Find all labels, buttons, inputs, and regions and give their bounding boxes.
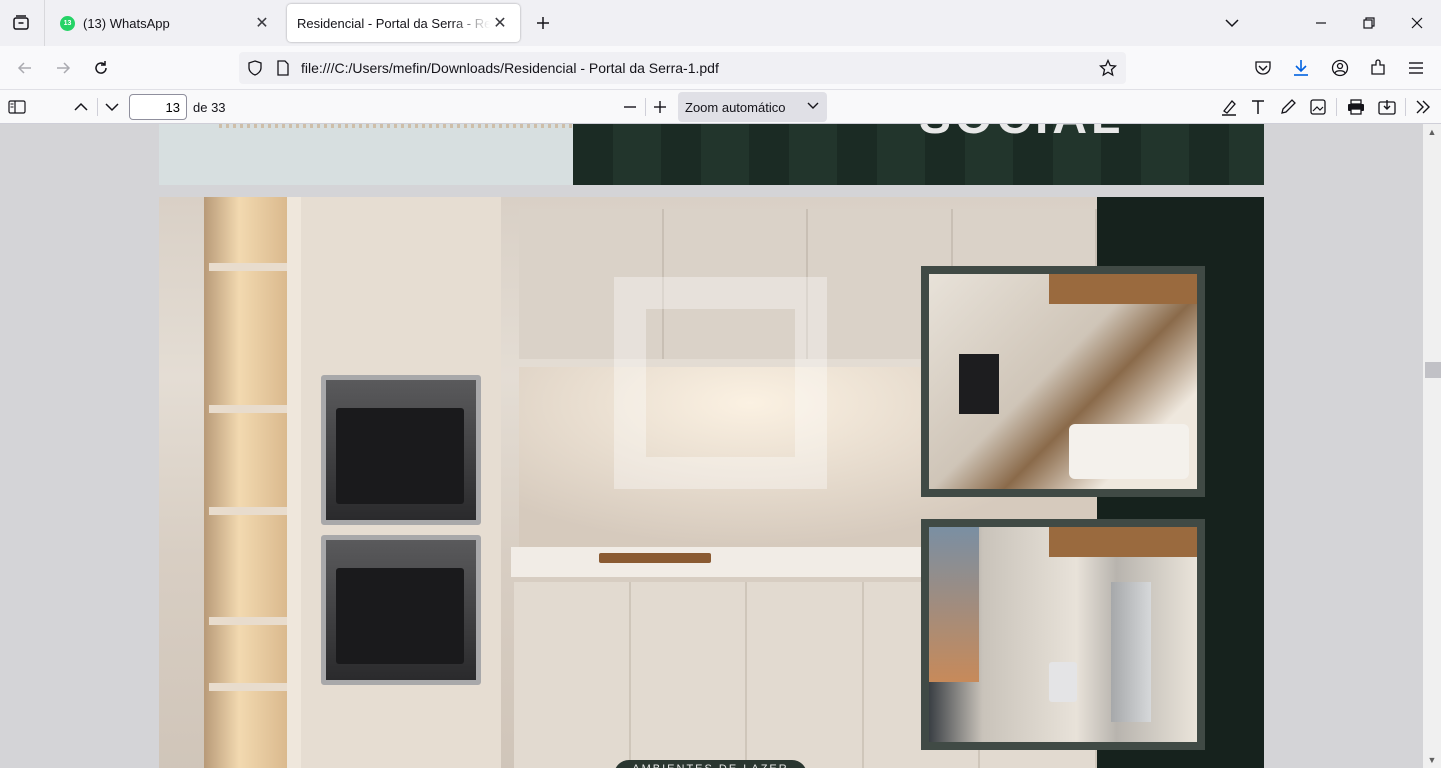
forward-arrow-icon[interactable] <box>51 56 75 80</box>
window <box>929 527 979 682</box>
scroll-down-arrow-icon[interactable]: ▼ <box>1426 754 1438 766</box>
close-window-icon[interactable] <box>1393 0 1441 46</box>
logo-watermark <box>614 277 827 489</box>
url-bar[interactable]: file:///C:/Users/mefin/Downloads/Residen… <box>239 52 1126 84</box>
sink <box>599 553 711 563</box>
url-text: file:///C:/Users/mefin/Downloads/Residen… <box>301 60 719 76</box>
tools-double-chevron-icon[interactable] <box>1410 94 1436 120</box>
toolbar-divider <box>1405 98 1406 116</box>
page-caption-pill: AMBIENTES DE LAZER <box>614 760 807 768</box>
whatsapp-icon: 13 <box>60 15 75 31</box>
shelf <box>209 263 289 271</box>
zoom-in-plus-icon[interactable] <box>647 94 673 120</box>
wood-ceiling <box>1049 274 1197 304</box>
save-download-icon[interactable] <box>1374 94 1400 120</box>
extensions-icon[interactable] <box>1366 56 1390 80</box>
tab-strip: 13 (13) WhatsApp ✕ Residencial - Portal … <box>0 0 1441 46</box>
oven-upper <box>321 375 481 525</box>
chevron-down-icon <box>807 100 819 110</box>
zoom-out-minus-icon[interactable] <box>617 94 643 120</box>
text-annotation-icon[interactable] <box>1245 94 1271 120</box>
shelf <box>209 405 289 413</box>
close-tab-icon[interactable]: ✕ <box>490 13 510 33</box>
add-image-icon[interactable] <box>1305 94 1331 120</box>
draw-pencil-icon[interactable] <box>1275 94 1301 120</box>
toolbar-divider <box>645 98 646 116</box>
scroll-up-arrow-icon[interactable]: ▲ <box>1426 126 1438 138</box>
toolbar-divider <box>97 98 98 116</box>
pdf-page-13: AMBIENTES DE LAZER <box>159 197 1264 768</box>
window-controls <box>1297 0 1441 46</box>
minimize-icon[interactable] <box>1297 0 1345 46</box>
print-icon[interactable] <box>1343 94 1369 120</box>
pdf-page-12: SOCIAL <box>159 124 1264 185</box>
tab-title: Residencial - Portal da Serra - Residenc… <box>297 15 490 31</box>
pocket-icon[interactable] <box>1251 56 1275 80</box>
sidebar-toggle-icon[interactable] <box>4 94 30 120</box>
sofa <box>1069 424 1189 479</box>
vertical-scrollbar[interactable]: ▲ ▼ <box>1423 124 1441 768</box>
refrigerator <box>1111 582 1151 722</box>
oven-window <box>336 408 464 504</box>
bookmark-star-icon[interactable] <box>1094 54 1122 82</box>
oven-window <box>336 568 464 664</box>
account-icon[interactable] <box>1328 56 1352 80</box>
tab-title: (13) WhatsApp <box>83 15 170 31</box>
shelf <box>209 617 289 625</box>
oven-lower <box>321 535 481 685</box>
previous-page-chevron-icon[interactable] <box>68 94 94 120</box>
zoom-select[interactable]: Zoom automático <box>678 92 827 122</box>
next-page-chevron-icon[interactable] <box>99 94 125 120</box>
back-arrow-icon[interactable] <box>13 56 37 80</box>
tab-pdf[interactable]: Residencial - Portal da Serra - Residenc… <box>287 4 520 42</box>
reload-icon[interactable] <box>89 56 113 80</box>
cabinet-panel <box>287 197 301 768</box>
restore-icon[interactable] <box>1345 0 1393 46</box>
highlight-icon[interactable] <box>1216 94 1242 120</box>
toolbar-divider <box>1336 98 1337 116</box>
shield-icon[interactable] <box>243 56 267 80</box>
new-tab-plus-icon[interactable] <box>532 12 554 34</box>
list-all-tabs-chevron-icon[interactable] <box>1220 12 1244 34</box>
firefox-view-icon[interactable] <box>8 10 34 36</box>
washing-machine <box>1049 662 1077 702</box>
page-count-label: de 33 <box>193 100 226 115</box>
shelf <box>209 507 289 515</box>
page-heading: SOCIAL <box>919 124 1124 145</box>
tv <box>959 354 999 414</box>
pdf-toolbar: de 33 Zoom automático <box>0 90 1441 124</box>
living-room-render-image <box>921 266 1205 497</box>
pdf-viewer[interactable]: SOCIAL <box>0 124 1441 768</box>
download-icon[interactable] <box>1289 56 1313 80</box>
navigation-toolbar: file:///C:/Users/mefin/Downloads/Residen… <box>0 46 1441 90</box>
close-tab-icon[interactable]: ✕ <box>252 13 272 33</box>
tab-whatsapp[interactable]: 13 (13) WhatsApp ✕ <box>50 4 282 42</box>
tab-separator <box>44 0 45 46</box>
wood-ceiling <box>1049 527 1197 557</box>
page-number-input[interactable] <box>129 94 187 120</box>
zoom-select-value: Zoom automático <box>685 99 786 115</box>
laundry-render-image <box>921 519 1205 750</box>
menu-hamburger-icon[interactable] <box>1404 56 1428 80</box>
scrollbar-thumb[interactable] <box>1425 362 1441 378</box>
file-icon <box>271 56 295 80</box>
shelf <box>209 683 289 691</box>
